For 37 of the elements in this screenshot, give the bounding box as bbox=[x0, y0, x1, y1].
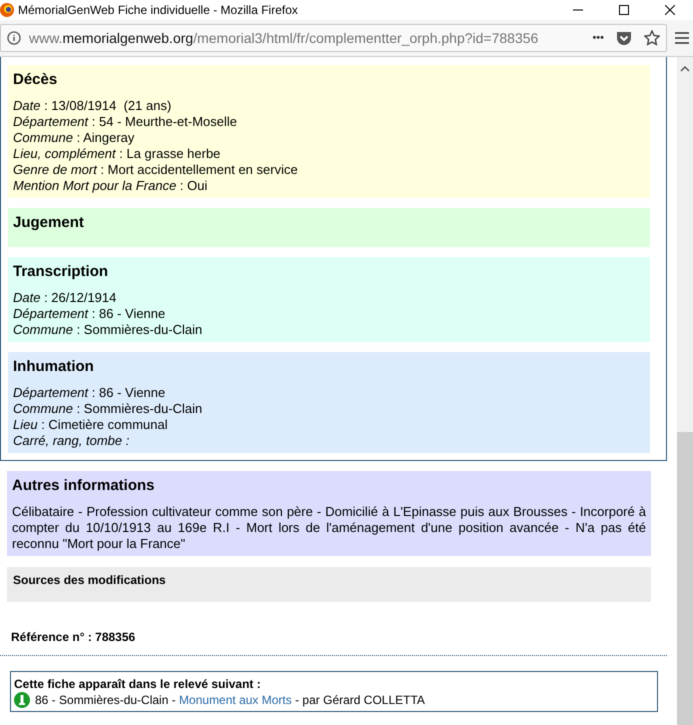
window-title: MémorialGenWeb Fiche individuelle - Mozilla Firefox bbox=[18, 3, 299, 17]
field-line: Lieu, complément : La grasse herbe bbox=[13, 146, 222, 162]
more-actions-button[interactable]: ••• bbox=[592, 32, 604, 44]
info-icon bbox=[7, 31, 21, 45]
field-line: Département : 86 - Vienne bbox=[13, 306, 166, 322]
star-icon[interactable] bbox=[644, 30, 660, 46]
scrollbar[interactable] bbox=[677, 57, 693, 725]
maximize-icon[interactable] bbox=[619, 5, 629, 15]
pocket-icon[interactable] bbox=[616, 30, 632, 46]
section-title: Autres informations bbox=[12, 477, 156, 494]
field-line: Département : 54 - Meurthe-et-Moselle bbox=[13, 114, 238, 130]
address-bar[interactable]: www.memorialgenweb.org/memorial3/html/fr/complementter_orph.php?id=788356 ••• bbox=[0, 24, 667, 52]
field-line: Département : 86 - Vienne bbox=[13, 385, 166, 401]
reference-number: Référence n° : 788356 bbox=[11, 630, 136, 644]
field-line: Commune : Sommières-du-Clain bbox=[13, 401, 204, 417]
section-title: Sources des modifications bbox=[13, 573, 167, 587]
section-title: Décès bbox=[13, 71, 58, 88]
field-line: Genre de mort : Mort accidentellement en service bbox=[13, 162, 299, 178]
survey-link[interactable]: Monument aux Morts bbox=[179, 693, 292, 707]
field-line: Lieu : Cimetière communal bbox=[13, 417, 169, 433]
field-line: Mention Mort pour la France : Oui bbox=[13, 178, 208, 194]
section-title: Transcription bbox=[13, 263, 110, 280]
info-icon bbox=[14, 692, 30, 708]
section-title: Inhumation bbox=[13, 358, 95, 375]
field-line: Date : 26/12/1914 bbox=[13, 290, 118, 306]
menu-icon[interactable] bbox=[675, 32, 689, 44]
field-line: Commune : Aingeray bbox=[13, 130, 136, 146]
field-line: Date : 13/08/1914 (21 ans) bbox=[13, 98, 172, 114]
survey-title: Cette fiche apparaît dans le relevé suivant : bbox=[14, 676, 262, 692]
browser-logo-icon bbox=[0, 3, 14, 17]
close-icon[interactable] bbox=[665, 5, 675, 15]
minimize-icon[interactable] bbox=[573, 9, 583, 11]
field-line: Carré, rang, tombe : bbox=[13, 433, 130, 449]
field-line: Commune : Sommières-du-Clain bbox=[13, 322, 204, 338]
info-paragraph: Célibataire - Profession cultivateur comme son père - Domicilié à L'Epinasse puis aux Brousses - Incorporé à compter du 10/10/1913 au 169e R.I - Mort lors de l'aménagement d'une position avancée - N'a pas été reconnu "Mort pour la France" bbox=[12, 504, 646, 552]
section-title: Jugement bbox=[13, 214, 85, 231]
survey-entry: 86 - Sommières-du-Clain - Monument aux Morts - par Gérard COLLETTA bbox=[35, 692, 425, 708]
